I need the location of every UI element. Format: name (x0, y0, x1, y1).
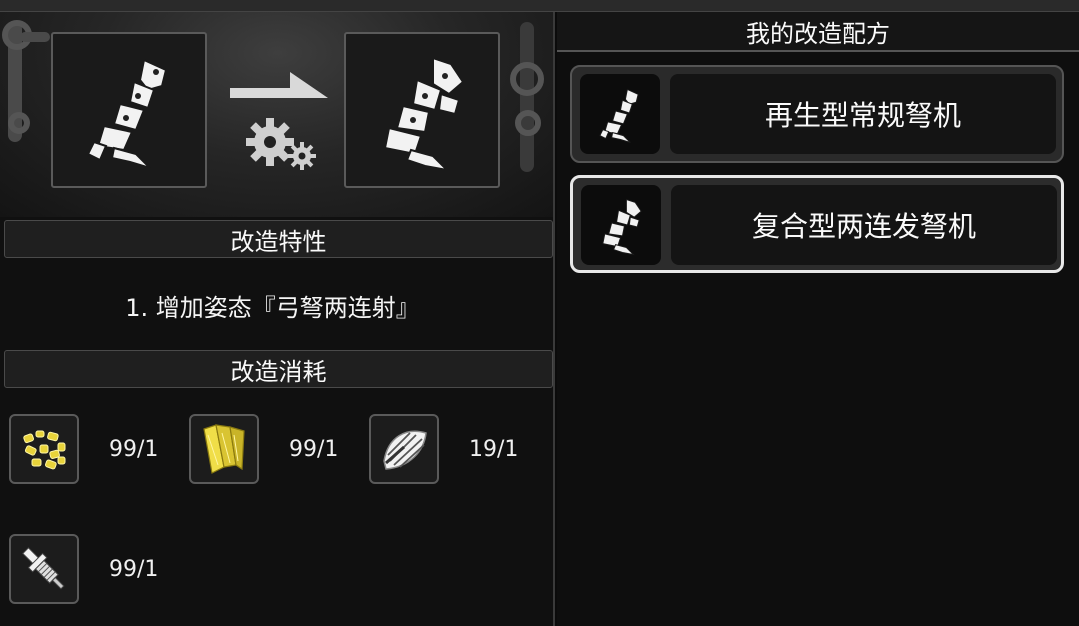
cost-item[interactable]: 19/1 (369, 414, 518, 484)
background-ring (510, 62, 544, 96)
cost-section-header: 改造消耗 (4, 350, 553, 388)
crossbow-mechanism-icon (86, 58, 168, 169)
steel-plate-icon (383, 430, 427, 470)
cost-count: 19/1 (469, 436, 519, 462)
upgrade-detail-panel: 改造特性 1. 增加姿态『弓弩两连射』 改造消耗 99/1 99/1 19/1 … (0, 12, 555, 626)
recipe-item[interactable]: 再生型常规弩机 (570, 65, 1064, 163)
cost-item-icon-slot[interactable] (369, 414, 439, 484)
recipe-item-icon-slot (581, 185, 661, 265)
recipe-list-title: 我的改造配方 (746, 19, 890, 48)
cost-count: 99/1 (109, 556, 159, 582)
recipe-item-label: 再生型常规弩机 (670, 74, 1056, 154)
cost-item-icon-slot[interactable] (9, 534, 79, 604)
recipe-item-label: 复合型两连发弩机 (671, 185, 1057, 265)
crossbow-mechanism-icon (599, 88, 639, 143)
drill-tool-icon (22, 547, 65, 590)
cost-section-title: 改造消耗 (230, 357, 327, 386)
background-ring (515, 110, 541, 136)
background-pipe (20, 32, 50, 42)
cost-item[interactable]: 99/1 (9, 534, 158, 604)
upgrade-arrow (228, 72, 332, 182)
trait-description: 1. 增加姿态『弓弩两连射』 (125, 294, 420, 322)
top-bar (0, 0, 1079, 12)
gold-wood-plank-icon (203, 424, 245, 474)
trait-section-header: 改造特性 (4, 220, 553, 258)
result-item-slot[interactable] (344, 32, 500, 188)
recipe-item-selected[interactable]: 复合型两连发弩机 (570, 175, 1064, 273)
background-ring (8, 112, 30, 134)
gold-nuggets-icon (23, 430, 66, 470)
crossbow-mechanism-upgraded-icon (602, 198, 642, 256)
cost-item-icon-slot[interactable] (9, 414, 79, 484)
cost-count: 99/1 (109, 436, 159, 462)
crossbow-mechanism-upgraded-icon (383, 56, 465, 170)
trait-section-title: 改造特性 (230, 227, 327, 256)
cost-count: 99/1 (289, 436, 339, 462)
cost-item[interactable]: 99/1 (189, 414, 338, 484)
background-pipe (520, 22, 534, 172)
cost-item-icon-slot[interactable] (189, 414, 259, 484)
recipe-list-panel: 我的改造配方 再生型常规弩机 复合型两连发弩机 (557, 12, 1079, 626)
cost-item[interactable]: 99/1 (9, 414, 158, 484)
source-item-slot[interactable] (51, 32, 207, 188)
upgrade-preview-area (0, 12, 553, 217)
recipe-item-icon-slot (580, 74, 660, 154)
arrow-gear-icon (230, 72, 328, 170)
recipe-list-header: 我的改造配方 (557, 12, 1079, 52)
